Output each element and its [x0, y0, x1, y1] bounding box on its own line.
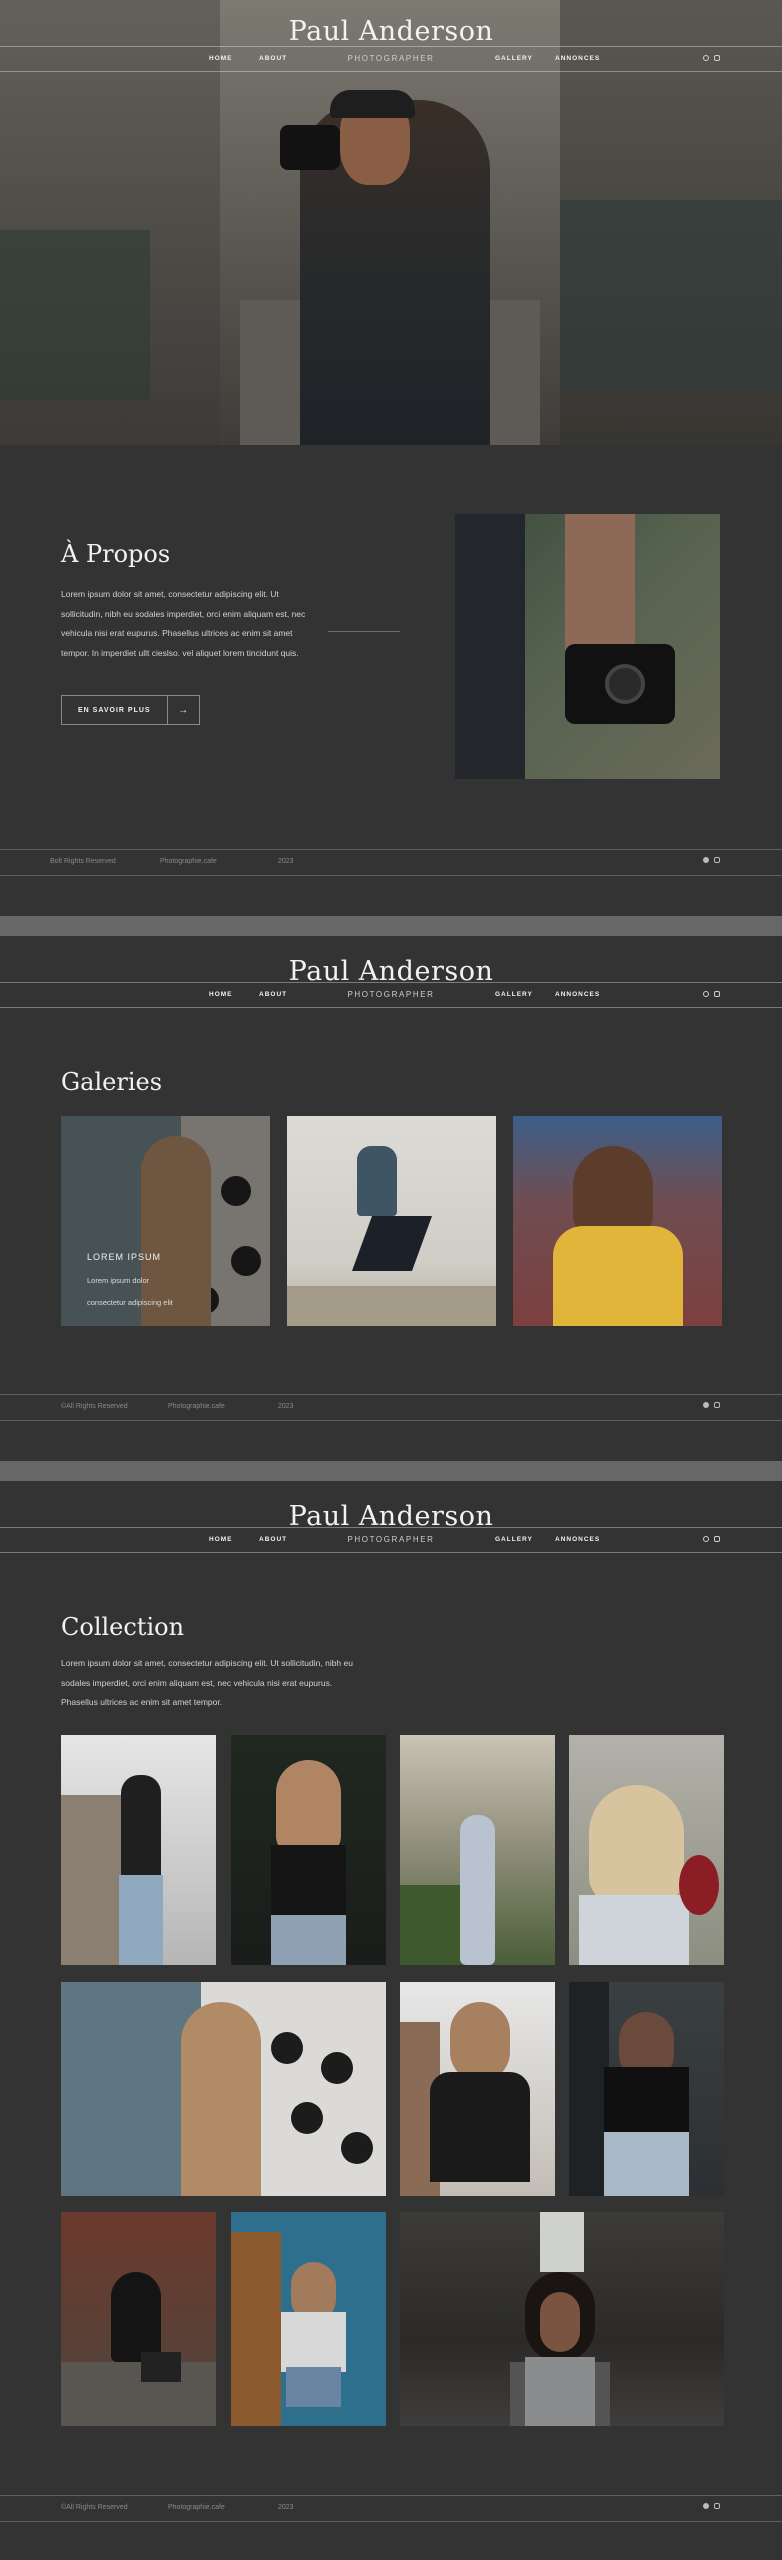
arrow-right-icon: →: [166, 695, 199, 725]
footer2-facebook-icon[interactable]: [703, 1402, 709, 1408]
instagram-icon[interactable]: [714, 991, 720, 997]
about-title: À Propos: [61, 540, 171, 568]
nav-annonces[interactable]: ANNONCES: [555, 1536, 600, 1543]
about-divider: [328, 631, 400, 632]
footer1-facebook-icon[interactable]: [703, 857, 709, 863]
footer1-year: 2023: [278, 858, 294, 865]
nav-home[interactable]: HOME: [209, 991, 233, 998]
site-header-3: Paul Anderson PHOTOGRAPHER HOME ABOUT GA…: [0, 1481, 782, 1553]
facebook-icon[interactable]: [703, 991, 709, 997]
about-photo: [455, 514, 720, 779]
collection-paragraph: Lorem ipsum dolor sit amet, consectetur …: [61, 1658, 353, 1707]
facebook-icon[interactable]: [703, 1536, 709, 1542]
about-paragraph: Lorem ipsum dolor sit amet, consectetur …: [61, 589, 306, 658]
collection-photo-6[interactable]: [400, 1982, 555, 2196]
footer2-bottom-line: [0, 1420, 782, 1421]
section-separator-1: [0, 916, 782, 936]
nav-annonces[interactable]: ANNONCES: [555, 55, 600, 62]
footer2-top-line: [0, 1394, 782, 1395]
learn-more-label: EN SAVOIR PLUS: [78, 706, 151, 714]
collection-photo-3[interactable]: [400, 1735, 555, 1965]
gallery-overlay-title: LOREM IPSUM: [87, 1252, 162, 1262]
gallery-card-3[interactable]: [513, 1116, 722, 1326]
nav-about[interactable]: ABOUT: [259, 991, 287, 998]
learn-more-button[interactable]: EN SAVOIR PLUS →: [61, 695, 200, 725]
gallery-overlay-line1: Lorem ipsum dolor: [87, 1276, 150, 1285]
nav-home[interactable]: HOME: [209, 1536, 233, 1543]
collection-photo-9[interactable]: [231, 2212, 386, 2426]
footer3-site[interactable]: Photographie.cafe: [168, 2504, 225, 2511]
footer2-rights: ©All Rights Reserved: [61, 1403, 128, 1410]
footer3-top-line: [0, 2495, 782, 2496]
brand-subtitle: PHOTOGRAPHER: [347, 990, 435, 999]
collection-photo-4[interactable]: [569, 1735, 724, 1965]
gallery-card-1[interactable]: LOREM IPSUM Lorem ipsum dolor consectetu…: [61, 1116, 270, 1326]
brand-title[interactable]: Paul Anderson: [0, 1501, 782, 1532]
footer3-bottom-line: [0, 2521, 782, 2522]
galleries-title: Galeries: [61, 1068, 163, 1096]
gallery-card-2[interactable]: [287, 1116, 496, 1326]
footer2-site[interactable]: Photographie.cafe: [168, 1403, 225, 1410]
collection-photo-1[interactable]: [61, 1735, 216, 1965]
footer1-site[interactable]: Photographie.cafe: [160, 858, 217, 865]
site-header-1: Paul Anderson PHOTOGRAPHER HOME ABOUT GA…: [0, 0, 782, 72]
facebook-icon[interactable]: [703, 55, 709, 61]
footer1-instagram-icon[interactable]: [714, 857, 720, 863]
footer3-facebook-icon[interactable]: [703, 2503, 709, 2509]
instagram-icon[interactable]: [714, 55, 720, 61]
brand-title[interactable]: Paul Anderson: [0, 956, 782, 987]
collection-photo-2[interactable]: [231, 1735, 386, 1965]
collection-photo-10[interactable]: [400, 2212, 724, 2426]
footer3-year: 2023: [278, 2504, 294, 2511]
gallery-overlay-line2: consectetur adipiscing elit: [87, 1298, 173, 1307]
footer1-rights: Bolt Rights Reserved: [50, 858, 116, 865]
instagram-icon[interactable]: [714, 1536, 720, 1542]
collection-photo-8[interactable]: [61, 2212, 216, 2426]
footer2-year: 2023: [278, 1403, 294, 1410]
footer2-instagram-icon[interactable]: [714, 1402, 720, 1408]
site-header-2: Paul Anderson PHOTOGRAPHER HOME ABOUT GA…: [0, 936, 782, 1008]
footer3-instagram-icon[interactable]: [714, 2503, 720, 2509]
section-separator-2: [0, 1461, 782, 1481]
footer3-rights: ©All Rights Reserved: [61, 2504, 128, 2511]
nav-gallery[interactable]: GALLERY: [495, 991, 533, 998]
footer1-bottom-line: [0, 875, 782, 876]
brand-subtitle: PHOTOGRAPHER: [347, 54, 435, 63]
nav-about[interactable]: ABOUT: [259, 55, 287, 62]
collection-photo-7[interactable]: [569, 1982, 724, 2196]
brand-title[interactable]: Paul Anderson: [0, 16, 782, 47]
nav-gallery[interactable]: GALLERY: [495, 55, 533, 62]
brand-subtitle: PHOTOGRAPHER: [347, 1535, 435, 1544]
nav-home[interactable]: HOME: [209, 55, 233, 62]
collection-photo-5[interactable]: [61, 1982, 386, 2196]
footer1-top-line: [0, 849, 782, 850]
collection-title: Collection: [61, 1613, 185, 1641]
nav-gallery[interactable]: GALLERY: [495, 1536, 533, 1543]
nav-annonces[interactable]: ANNONCES: [555, 991, 600, 998]
nav-about[interactable]: ABOUT: [259, 1536, 287, 1543]
